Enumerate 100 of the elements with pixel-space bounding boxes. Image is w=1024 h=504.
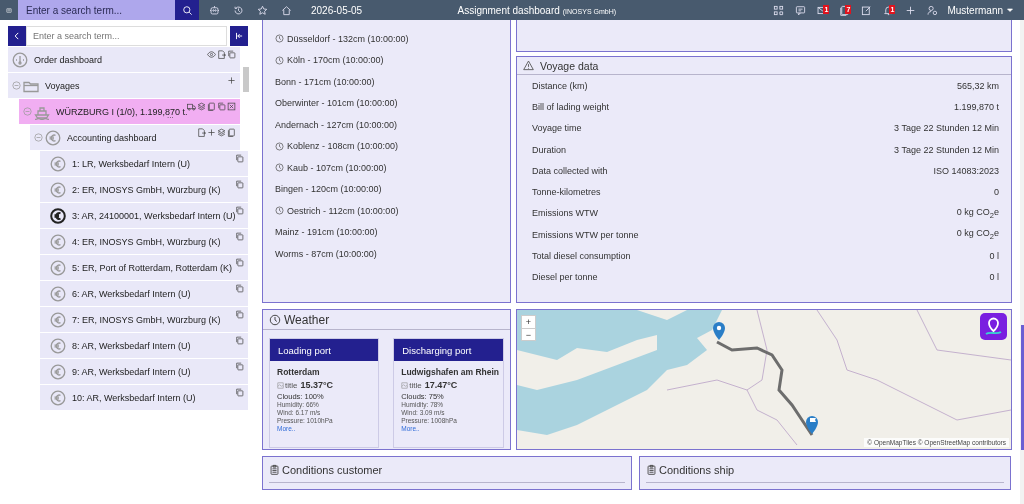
water-level-label: Köln - 170cm (10:00:00)	[287, 55, 384, 66]
edit-icon[interactable]	[860, 4, 872, 16]
panel-title: Conditions ship	[659, 463, 735, 476]
data-value: 3 Tage 22 Stunden 12 Min	[894, 123, 999, 134]
clock-icon	[275, 34, 284, 44]
documents-icon[interactable]	[227, 128, 236, 137]
search-field[interactable]: Enter a search term...	[26, 26, 227, 46]
copy-icon[interactable]	[227, 50, 236, 59]
closebox-icon[interactable]	[227, 102, 236, 111]
robot-icon[interactable]	[208, 4, 220, 16]
euro-icon	[50, 337, 66, 354]
collapse-button[interactable]	[230, 26, 248, 46]
water-level-label: Worms - 87cm (10:00:00)	[275, 248, 377, 259]
data-value: 0	[994, 187, 999, 198]
plus-icon[interactable]	[904, 4, 916, 16]
tree-item[interactable]: 8: AR, Werksbedarf Intern (U)	[40, 333, 248, 358]
chat-icon[interactable]	[794, 4, 806, 16]
truck-icon[interactable]	[187, 102, 196, 111]
clipboard-icon	[646, 464, 657, 475]
copy-icon[interactable]	[217, 102, 226, 111]
data-value: 1.199,870 t	[953, 101, 999, 112]
collapse-toggle-icon[interactable]	[23, 107, 32, 116]
image-alt-text: title	[285, 380, 298, 390]
search-button[interactable]	[175, 0, 199, 20]
date-label: 2026-05-05	[311, 4, 363, 16]
clock-icon	[275, 163, 284, 173]
layers-icon[interactable]	[197, 102, 206, 111]
card-header: Discharging port	[394, 339, 503, 361]
tree-item[interactable]: 2: ER, INOSYS GmbH, Würzburg (K)	[40, 177, 248, 202]
search-icon	[181, 4, 193, 16]
panel-title: Conditions customer	[282, 463, 383, 476]
documents-icon[interactable]	[838, 4, 850, 16]
data-label: Data collected with	[532, 165, 608, 176]
eye-icon[interactable]	[207, 50, 216, 59]
water-level-label: Andernach - 127cm (10:00:00)	[275, 119, 398, 130]
flag-pin-icon	[806, 416, 818, 434]
copy-icon[interactable]	[235, 180, 244, 189]
tree-item[interactable]: 3: AR, 24100001, Werksbedarf Intern (U)	[40, 203, 248, 228]
copy-icon[interactable]	[235, 310, 244, 319]
documents-icon[interactable]	[207, 102, 216, 111]
collapse-toggle-icon[interactable]	[34, 133, 43, 142]
copy-icon[interactable]	[235, 154, 244, 163]
copy-icon[interactable]	[235, 206, 244, 215]
user-menu[interactable]: Mustermann	[947, 4, 1014, 16]
copy-icon[interactable]	[235, 336, 244, 345]
data-label: Voyage time	[532, 123, 582, 134]
plus-icon[interactable]	[227, 76, 236, 85]
qr-code-icon[interactable]	[772, 4, 784, 16]
location-pin-icon	[713, 322, 725, 340]
water-level-label: Koblenz - 108cm (10:00:00)	[287, 141, 399, 152]
data-label: Emissions WTW per tonne	[532, 229, 639, 240]
copy-icon[interactable]	[235, 362, 244, 371]
tree-item[interactable]: 5: ER, Port of Rotterdam, Rotterdam (K)	[40, 255, 248, 280]
copy-icon[interactable]	[235, 284, 244, 293]
history-icon[interactable]	[232, 4, 244, 16]
euro-icon	[50, 363, 66, 380]
card-header: Loading port	[270, 339, 379, 361]
collapse-toggle-icon[interactable]	[12, 81, 21, 90]
euro-icon	[50, 155, 66, 172]
data-value: 565,32 km	[956, 80, 999, 91]
tree-item[interactable]: 6: AR, Werksbedarf Intern (U)	[40, 281, 248, 306]
euro-icon	[50, 389, 66, 406]
copy-icon[interactable]	[235, 232, 244, 241]
tree-item[interactable]: Order dashboard	[8, 47, 240, 72]
star-icon[interactable]	[256, 4, 268, 16]
user-settings-icon[interactable]	[926, 4, 938, 16]
layers-icon[interactable]	[217, 128, 226, 137]
map-app-logo-icon[interactable]	[980, 313, 1007, 340]
city-label: Ludwigshafen am Rhein	[401, 367, 499, 377]
tree-item[interactable]: 9: AR, Werksbedarf Intern (U)	[40, 359, 248, 384]
warning-icon	[523, 60, 534, 71]
tree-item[interactable]: 7: ER, INOSYS GmbH, Würzburg (K)	[40, 307, 248, 332]
water-level-label: Kaub - 107cm (10:00:00)	[287, 162, 387, 173]
euro-icon	[50, 233, 66, 250]
data-label: Distance (km)	[532, 80, 588, 91]
data-value: ISO 14083:2023	[933, 165, 999, 176]
search-field[interactable]: Enter a search term...	[18, 0, 175, 20]
euro-icon	[45, 129, 61, 146]
water-level-label: Oberwinter - 101cm (10:00:00)	[275, 98, 398, 109]
euro-icon	[50, 259, 66, 276]
home-icon[interactable]	[280, 4, 292, 16]
tree-item[interactable]: WÜRZBURG I (1/0), 1.199,870 t. ...	[19, 99, 240, 124]
water-level-label: Bingen - 120cm (10:00:00)	[275, 184, 382, 195]
tree-item[interactable]: Voyages	[8, 73, 240, 98]
clock-icon	[269, 313, 281, 326]
clock-icon	[275, 206, 284, 216]
copy-icon[interactable]	[235, 388, 244, 397]
plus-icon[interactable]	[207, 128, 216, 137]
copy-icon[interactable]	[235, 258, 244, 267]
scrollbar[interactable]	[243, 67, 249, 92]
tree-item[interactable]: 1: LR, Werksbedarf Intern (U)	[40, 151, 248, 176]
tree-item[interactable]: 10: AR, Werksbedarf Intern (U)	[40, 385, 248, 410]
temperature-label: 15.37°C	[300, 380, 334, 390]
panel-title: Weather	[284, 312, 330, 327]
data-value: 0 kg CO$_{2}$e	[956, 228, 999, 242]
clock-icon	[275, 141, 284, 151]
tree-item[interactable]: 4: ER, INOSYS GmbH, Würzburg (K)	[40, 229, 248, 254]
euro-icon	[50, 311, 66, 328]
page-title: Assignment dashboard	[457, 4, 560, 16]
tree-item[interactable]: Accounting dashboard	[30, 125, 240, 150]
